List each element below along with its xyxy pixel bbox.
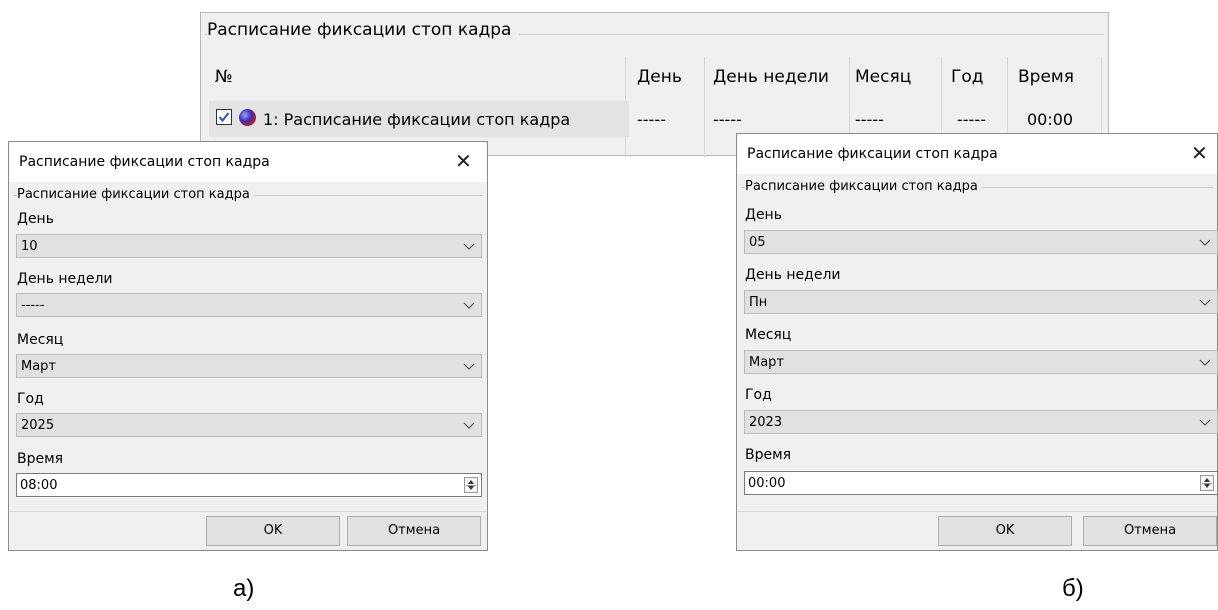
group-title: Расписание фиксации стоп кадра (17, 187, 254, 202)
year-select[interactable]: 2025 (16, 413, 482, 437)
ok-button[interactable]: OK (206, 516, 340, 546)
col-header-time[interactable]: Время (1018, 67, 1074, 87)
caption-b: б) (1062, 575, 1084, 602)
row-time: 00:00 (1027, 110, 1074, 129)
row-name: 1: Расписание фиксации стоп кадра (263, 110, 571, 129)
close-icon[interactable]: ✕ (455, 151, 472, 171)
time-input[interactable]: 00:00 (744, 471, 1218, 495)
day-label: День (745, 207, 782, 223)
spin-down-icon[interactable] (468, 486, 474, 490)
chevron-down-icon (463, 357, 475, 375)
dialog-titlebar: Расписание фиксации стоп кадра ✕ (9, 142, 487, 182)
cancel-button[interactable]: Отмена (1083, 516, 1217, 546)
col-header-day[interactable]: День (637, 67, 682, 87)
dialog-title: Расписание фиксации стоп кадра (747, 146, 998, 162)
close-icon[interactable]: ✕ (1191, 143, 1208, 163)
weekday-label: День недели (17, 271, 113, 287)
dialog-button-bar: OK Отмена (737, 511, 1217, 550)
time-label: Время (17, 451, 64, 467)
col-header-weekday[interactable]: День недели (713, 67, 829, 87)
dialog-title: Расписание фиксации стоп кадра (19, 154, 270, 170)
schedule-dialog-b: Расписание фиксации стоп кадра ✕ Расписа… (736, 133, 1218, 551)
time-input[interactable]: 08:00 (16, 473, 482, 497)
day-select[interactable]: 10 (16, 234, 482, 258)
day-select-value: 05 (749, 235, 766, 250)
cancel-button[interactable]: Отмена (347, 516, 481, 546)
year-select[interactable]: 2023 (744, 410, 1218, 434)
row-month: ----- (855, 110, 884, 129)
col-header-number[interactable]: № (215, 67, 233, 87)
year-select-value: 2025 (21, 418, 55, 433)
time-spinner[interactable] (464, 477, 478, 493)
status-ball-icon (239, 109, 256, 126)
month-select[interactable]: Март (744, 350, 1218, 374)
row-year: ----- (957, 110, 986, 129)
table-header-row: № День День недели Месяц Год Время (201, 57, 1108, 97)
ok-button[interactable]: OK (938, 516, 1072, 546)
row-checkbox[interactable] (216, 109, 232, 125)
row-weekday: ----- (713, 110, 742, 129)
month-select[interactable]: Март (16, 354, 482, 378)
row-day: ----- (637, 110, 666, 129)
chevron-down-icon (463, 296, 475, 314)
spin-down-icon[interactable] (1204, 484, 1210, 488)
chevron-down-icon (1199, 353, 1211, 371)
spin-up-icon[interactable] (468, 480, 474, 484)
time-input-value: 08:00 (20, 478, 58, 493)
table-panel-title: Расписание фиксации стоп кадра (207, 20, 520, 40)
weekday-select-value: Пн (749, 295, 768, 310)
time-input-value: 00:00 (748, 476, 786, 491)
col-header-month[interactable]: Месяц (855, 67, 911, 87)
group-title: Расписание фиксации стоп кадра (745, 179, 982, 194)
year-label: Год (745, 387, 772, 403)
month-select-value: Март (21, 359, 57, 374)
caption-a: а) (233, 575, 255, 602)
weekday-label: День недели (745, 267, 841, 283)
day-select-value: 10 (21, 239, 38, 254)
month-label: Месяц (745, 327, 792, 343)
weekday-select[interactable]: Пн (744, 290, 1218, 314)
col-header-year[interactable]: Год (951, 67, 984, 87)
check-icon (218, 112, 230, 123)
weekday-select-value: ----- (21, 298, 45, 313)
dialog-button-bar: OK Отмена (9, 511, 487, 550)
month-label: Месяц (17, 332, 64, 348)
time-label: Время (745, 447, 792, 463)
chevron-down-icon (1199, 293, 1211, 311)
time-spinner[interactable] (1200, 475, 1214, 491)
dialog-titlebar: Расписание фиксации стоп кадра ✕ (737, 134, 1217, 174)
chevron-down-icon (1199, 233, 1211, 251)
chevron-down-icon (463, 416, 475, 434)
weekday-select[interactable]: ----- (16, 293, 482, 317)
year-select-value: 2023 (749, 415, 783, 430)
chevron-down-icon (463, 237, 475, 255)
chevron-down-icon (1199, 413, 1211, 431)
day-label: День (17, 211, 54, 227)
schedule-dialog-a: Расписание фиксации стоп кадра ✕ Расписа… (8, 141, 488, 551)
spin-up-icon[interactable] (1204, 478, 1210, 482)
year-label: Год (17, 391, 44, 407)
day-select[interactable]: 05 (744, 230, 1218, 254)
month-select-value: Март (749, 355, 785, 370)
